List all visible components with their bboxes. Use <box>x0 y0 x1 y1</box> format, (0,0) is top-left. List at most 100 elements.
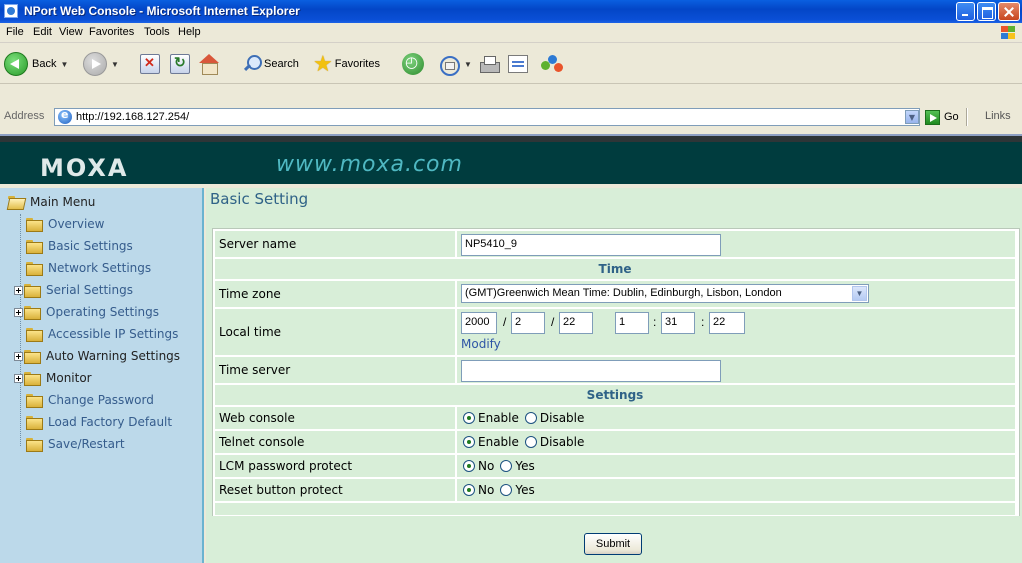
reset-no-radio[interactable] <box>463 484 475 496</box>
stop-icon <box>140 54 160 74</box>
expand-icon[interactable] <box>14 373 23 383</box>
address-bar: Address http://192.168.127.254/ ▼ Go Lin… <box>0 106 1022 128</box>
nav-item-operating-settings[interactable]: Operating Settings <box>14 303 159 321</box>
refresh-button[interactable] <box>170 49 190 79</box>
radio-label: Disable <box>539 411 585 425</box>
nav-item-auto-warning[interactable]: Auto Warning Settings <box>14 347 180 365</box>
star-icon: ★ <box>313 51 333 76</box>
nav-item-serial-settings[interactable]: Serial Settings <box>14 281 133 299</box>
mail-button[interactable]: ▼ <box>438 49 472 79</box>
print-button[interactable] <box>478 49 500 79</box>
hour-input[interactable]: 1 <box>615 312 649 334</box>
server-name-input[interactable]: NP5410_9 <box>461 234 721 256</box>
reset-yes-radio[interactable] <box>500 484 513 496</box>
menu-tools[interactable]: Tools <box>144 26 170 38</box>
time-zone-select[interactable]: (GMT)Greenwich Mean Time: Dublin, Edinbu… <box>461 284 869 303</box>
time-section-title: Time <box>598 262 632 276</box>
telnet-enable-radio[interactable] <box>463 436 475 448</box>
web-console-disable-radio[interactable] <box>524 412 537 424</box>
nav-item-accessible-ip[interactable]: Accessible IP Settings <box>26 325 178 343</box>
maximize-button[interactable] <box>977 2 996 21</box>
go-label: Go <box>944 111 959 123</box>
minimize-button[interactable] <box>956 2 975 21</box>
nav-item-load-factory-default[interactable]: Load Factory Default <box>26 413 172 431</box>
nav-item-change-password[interactable]: Change Password <box>26 391 154 409</box>
row-time-server: Time server <box>213 356 1019 384</box>
month-input[interactable]: 2 <box>511 312 545 334</box>
links-button[interactable]: Links <box>985 110 1011 122</box>
go-button[interactable]: Go <box>925 109 959 125</box>
reset-button-label: Reset button protect <box>219 483 343 497</box>
minute-input[interactable]: 31 <box>661 312 695 334</box>
nav-item-label: Save/Restart <box>48 437 125 451</box>
radio-label: Yes <box>515 483 535 497</box>
chevron-down-icon: ▼ <box>852 286 867 301</box>
nav-item-network-settings[interactable]: Network Settings <box>26 259 151 277</box>
lcm-yes-radio[interactable] <box>500 460 513 472</box>
history-button[interactable] <box>402 49 424 79</box>
menu-help[interactable]: Help <box>178 26 201 38</box>
row-time-header: Time <box>213 258 1019 280</box>
expand-icon[interactable] <box>14 307 23 317</box>
submit-button[interactable]: Submit <box>584 533 642 555</box>
search-button[interactable]: Search <box>243 49 299 79</box>
menu-view[interactable]: View <box>59 26 83 38</box>
window-title-bar: NPort Web Console - Microsoft Internet E… <box>0 0 1022 23</box>
nav-item-overview[interactable]: Overview <box>26 215 105 233</box>
messenger-button[interactable] <box>540 49 564 79</box>
menu-favorites[interactable]: Favorites <box>89 26 134 38</box>
ie-page-icon <box>4 4 18 18</box>
row-time-zone: Time zone (GMT)Greenwich Mean Time: Dubl… <box>213 280 1019 308</box>
nav-item-basic-settings[interactable]: Basic Settings <box>26 237 133 255</box>
forward-button[interactable]: ▼ <box>83 49 119 79</box>
back-label: Back <box>32 58 57 70</box>
modify-link[interactable]: Modify <box>461 337 501 351</box>
web-console-enable-radio[interactable] <box>463 412 475 424</box>
folder-icon <box>26 262 43 276</box>
site-url[interactable]: www.moxa.com <box>276 152 463 177</box>
mail-icon <box>438 54 460 76</box>
nav-main-menu[interactable]: Main Menu <box>8 193 95 211</box>
expand-icon[interactable] <box>14 285 23 295</box>
telnet-disable-radio[interactable] <box>524 436 537 448</box>
row-spacer <box>213 502 1019 516</box>
expand-icon[interactable] <box>14 351 23 361</box>
menu-file[interactable]: File <box>6 26 24 38</box>
nav-item-label: Serial Settings <box>46 283 133 297</box>
folder-icon <box>26 328 43 342</box>
radio-label: No <box>478 483 495 497</box>
year-input[interactable]: 2000 <box>461 312 497 334</box>
nav-item-save-restart[interactable]: Save/Restart <box>26 435 125 453</box>
edit-icon <box>508 55 528 73</box>
address-input[interactable]: http://192.168.127.254/ <box>54 108 920 126</box>
stop-button[interactable] <box>140 49 160 79</box>
favorites-button[interactable]: ★ Favorites <box>313 49 380 79</box>
home-icon <box>198 54 220 75</box>
row-web-console: Web console Enable Disable <box>213 406 1019 430</box>
chevron-down-icon: ▼ <box>111 59 119 69</box>
close-button[interactable] <box>998 2 1020 21</box>
menu-edit[interactable]: Edit <box>33 26 52 38</box>
nav-item-label: Basic Settings <box>48 239 133 253</box>
nav-item-monitor[interactable]: Monitor <box>14 369 92 387</box>
time-separator: : <box>701 315 705 329</box>
time-zone-label: Time zone <box>219 287 281 301</box>
lcm-password-radio-group: No Yes <box>463 459 541 473</box>
nav-item-label: Operating Settings <box>46 305 160 319</box>
time-server-label: Time server <box>219 363 291 377</box>
window-title: NPort Web Console - Microsoft Internet E… <box>24 4 300 18</box>
edit-button[interactable] <box>508 49 528 79</box>
day-input[interactable]: 22 <box>559 312 593 334</box>
radio-label: Enable <box>478 411 519 425</box>
refresh-icon <box>170 54 190 74</box>
nav-item-label: Change Password <box>48 393 154 407</box>
lcm-no-radio[interactable] <box>463 460 475 472</box>
home-button[interactable] <box>198 49 220 79</box>
back-button[interactable]: Back ▼ <box>4 49 68 79</box>
address-dropdown-icon[interactable]: ▼ <box>905 110 919 124</box>
time-zone-value: (GMT)Greenwich Mean Time: Dublin, Edinbu… <box>465 287 782 299</box>
time-server-input[interactable] <box>461 360 721 382</box>
windows-flag-icon <box>1000 25 1016 40</box>
nav-item-label: Overview <box>48 217 105 231</box>
second-input[interactable]: 22 <box>709 312 745 334</box>
